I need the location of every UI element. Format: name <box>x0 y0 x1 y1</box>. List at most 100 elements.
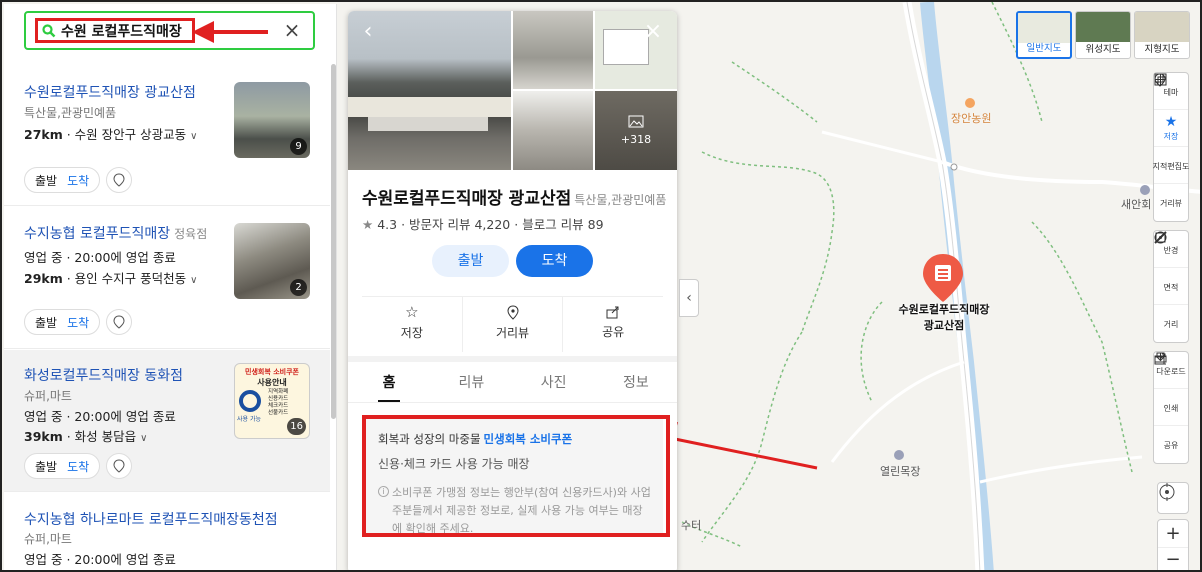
visitor-reviews[interactable]: · 방문자 리뷰 4,220 <box>401 217 510 232</box>
image-icon <box>628 115 644 128</box>
list-item[interactable]: 수지농협 로컬푸드직매장 정육점 영업 중 · 20:00에 영업 종료 29km… <box>4 207 330 349</box>
map-type-normal-thumb <box>1018 13 1070 43</box>
route-actions: 출발 도착 <box>24 309 133 335</box>
thumb-line: 선불카드 <box>268 410 289 416</box>
zoom-out-button[interactable]: − <box>1158 548 1188 570</box>
place-name-row[interactable]: 수지농협 로컬푸드직매장 정육점 <box>24 223 207 243</box>
arrive-button[interactable]: 도착 <box>67 314 89 331</box>
vehicles-shape <box>368 117 488 131</box>
search-input[interactable]: 수원 로컬푸드직매장 <box>61 21 182 41</box>
place-name[interactable]: 수지농협 로컬푸드직매장 <box>24 226 170 242</box>
start-button[interactable]: 출발 <box>432 245 509 277</box>
tool-area[interactable]: 면적 <box>1154 232 1188 305</box>
thumb-guide: 사용안내 <box>257 378 287 387</box>
tab-home[interactable]: 홈 <box>348 369 430 402</box>
tool-radius-label: 반경 <box>1163 245 1179 255</box>
blog-reviews[interactable]: · 블로그 리뷰 89 <box>514 217 603 232</box>
streetview-action[interactable]: 거리뷰 <box>463 297 564 352</box>
place-thumbnail[interactable]: 2 <box>234 223 310 299</box>
photo-thumb-1[interactable] <box>513 11 593 89</box>
search-icon <box>42 23 56 37</box>
map-type-normal[interactable]: 일반지도 <box>1016 11 1072 59</box>
pin-button[interactable] <box>106 453 133 479</box>
map-type-terrain-thumb <box>1135 12 1189 42</box>
search-box[interactable]: 수원 로컬푸드직매장 × <box>24 11 315 50</box>
place-name[interactable]: 화성로컬푸드직매장 동화점 <box>24 365 183 385</box>
photo-thumb-2[interactable] <box>595 11 677 89</box>
photo-count-badge: 2 <box>290 279 307 296</box>
place-status: 영업 중 · 20:00에 영업 종료 <box>24 250 176 265</box>
share-action[interactable]: 공유 <box>563 297 663 352</box>
pin-button[interactable] <box>106 309 133 335</box>
map-type-terrain[interactable]: 지형지도 <box>1134 11 1190 59</box>
list-scrollbar[interactable] <box>331 64 336 419</box>
thumb-line: 지역화폐 <box>268 389 289 395</box>
start-button[interactable]: 출발 <box>35 172 57 189</box>
place-address: · 수원 장안구 상광교동 <box>66 127 187 142</box>
tool-theme-label: 테마 <box>1163 87 1179 97</box>
list-item[interactable]: 수지농협 하나로마트 로컬푸드직매장동천점 슈퍼,마트 영업 중 · 20:00… <box>4 493 330 570</box>
chevron-down-icon[interactable]: ∨ <box>140 433 147 444</box>
photo-more[interactable]: +318 <box>595 91 677 170</box>
place-name[interactable]: 수원로컬푸드직매장 광교산점 <box>24 82 196 102</box>
section-divider <box>348 356 677 362</box>
my-location-button[interactable] <box>1157 482 1189 514</box>
distance-value: 29km <box>24 271 63 286</box>
tool-cadastral[interactable]: 지적편집도 <box>1152 73 1190 184</box>
poi-label-line1: 수원로컬푸드직매장 <box>898 303 990 316</box>
search-red-arrow <box>192 21 268 43</box>
map-type-satellite[interactable]: 위성지도 <box>1075 11 1131 59</box>
arrive-button[interactable]: 도착 <box>516 245 593 277</box>
pin-button[interactable] <box>106 167 133 193</box>
poi-label[interactable]: 수원로컬푸드직매장 광교산점 <box>890 301 998 333</box>
tab-review[interactable]: 리뷰 <box>430 369 512 402</box>
clear-search-icon[interactable]: × <box>281 19 303 41</box>
chevron-down-icon[interactable]: ∨ <box>190 275 197 286</box>
tool-cadastral-label: 지적편집도 <box>1152 161 1190 171</box>
distance-value: 27km <box>24 127 63 142</box>
tool-streetview[interactable]: 거리뷰 <box>1154 73 1188 221</box>
pin-icon <box>113 315 125 329</box>
map-label-yeollin[interactable]: 열린목장 <box>880 463 920 479</box>
tool-distance[interactable]: 거리 <box>1154 231 1188 342</box>
arrive-button[interactable]: 도착 <box>67 172 89 189</box>
start-button[interactable]: 출발 <box>35 458 57 475</box>
tool-streetview-label: 거리뷰 <box>1159 199 1183 208</box>
close-icon[interactable]: × <box>642 21 664 43</box>
tool-print[interactable]: 인쇄 <box>1154 352 1188 426</box>
star-outline-icon: ☆ <box>405 303 419 321</box>
save-action[interactable]: ☆ 저장 <box>362 297 463 352</box>
map-toolbar-output: 다운로드 인쇄 공유 <box>1153 351 1189 464</box>
photo-gallery[interactable]: +318 ‹ × <box>348 11 677 170</box>
place-subcategory: 정육점 <box>174 227 208 241</box>
back-icon[interactable]: ‹ <box>357 21 379 43</box>
place-distance: 29km · 용인 수지구 풍덕천동 ∨ <box>24 268 197 287</box>
photo-thumb-3[interactable] <box>513 91 593 170</box>
route-pill: 출발 도착 <box>24 453 101 479</box>
tool-share[interactable]: 공유 <box>1154 353 1188 463</box>
thumb-line: 신용카드 <box>268 396 289 402</box>
place-thumbnail[interactable]: 민생회복 소비쿠폰 사용안내 지역화폐 신용카드 체크카드 선불카드 사용 가능… <box>234 363 310 439</box>
detail-tabs: 홈 리뷰 사진 정보 <box>348 369 677 403</box>
chevron-down-icon[interactable]: ∨ <box>190 131 197 142</box>
tab-photo[interactable]: 사진 <box>513 369 595 402</box>
list-item[interactable]: 수원로컬푸드직매장 광교산점 특산물,관광민예품 27km · 수원 장안구 상… <box>4 64 330 206</box>
tool-save[interactable]: ★ 저장 <box>1154 110 1188 147</box>
map-label-jangan[interactable]: 장안농원 <box>951 110 991 126</box>
tool-print-label: 인쇄 <box>1163 403 1179 413</box>
photo-count-badge: 16 <box>287 418 306 435</box>
start-button[interactable]: 출발 <box>35 314 57 331</box>
map-label-saeanhoe[interactable]: 새안회 <box>1121 196 1151 212</box>
place-thumbnail[interactable]: 9 <box>234 82 310 158</box>
place-category: 특산물,관광민예품 <box>24 106 117 120</box>
zoom-in-button[interactable]: + <box>1158 520 1188 548</box>
list-item-selected[interactable]: 화성로컬푸드직매장 동화점 슈퍼,마트 영업 중 · 20:00에 영업 종료 … <box>4 350 330 492</box>
tab-info[interactable]: 정보 <box>595 369 677 402</box>
arrive-button[interactable]: 도착 <box>67 458 89 475</box>
place-category: 특산물,관광민예품 <box>574 193 667 207</box>
place-name[interactable]: 수지농협 하나로마트 로컬푸드직매장동천점 <box>24 509 278 529</box>
map-toolbar-top: 테마 ★ 저장 지적편집도 거리뷰 <box>1153 72 1189 222</box>
map-label-suteo[interactable]: 수터 <box>681 517 701 533</box>
route-actions: 출발 도착 <box>24 453 133 479</box>
collapse-panel-button[interactable]: ‹ <box>679 279 699 317</box>
